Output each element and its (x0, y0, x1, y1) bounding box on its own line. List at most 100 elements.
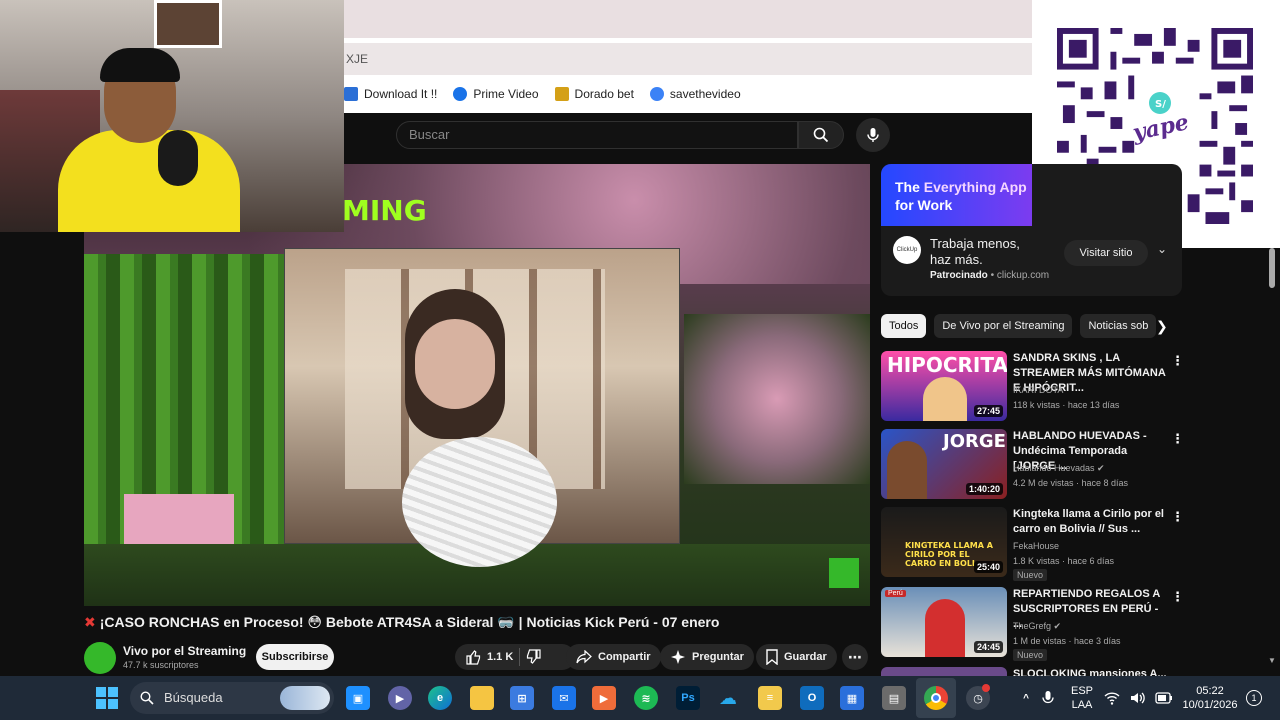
youtube-header: Buscar (344, 113, 1032, 163)
clock[interactable]: 05:22 10/01/2026 (1180, 684, 1240, 712)
teams-icon[interactable]: ▶ (388, 686, 412, 710)
calculator-icon[interactable]: ▤ (882, 686, 906, 710)
filter-chips: Todos De Vivo por el Streaming Noticias … (881, 314, 1181, 338)
bookmarks-bar: Download It !! Prime Video Dorado bet sa… (344, 75, 1032, 113)
recommendation-item[interactable]: Perú 24:45 REPARTIENDO REGALOS A SUSCRIP… (881, 587, 1184, 661)
search-icon (140, 691, 154, 705)
chip-noticias[interactable]: Noticias sob (1080, 314, 1157, 338)
search-highlight-image (280, 686, 330, 710)
thumbs-down-icon[interactable] (526, 649, 542, 665)
subscribe-button[interactable]: Subscribirse (256, 644, 334, 670)
edge-icon[interactable]: e (428, 686, 452, 710)
search-input[interactable]: Buscar (396, 121, 798, 149)
microphone (402, 437, 557, 567)
video-meta: 118 k vistas · hace 13 días (1013, 400, 1120, 410)
like-button[interactable]: 1.1 K (465, 644, 513, 670)
yape-logo-icon: S/ yape (1123, 92, 1195, 147)
thumbnail-text: HIPOCRITA (887, 353, 1007, 377)
channel-name[interactable]: Vivo por el Streaming (123, 644, 246, 658)
video-thumbnail[interactable] (881, 667, 1007, 676)
share-button[interactable]: Compartir (566, 644, 661, 670)
channel-name[interactable]: Hablando Huevadas ✔ (1013, 463, 1105, 474)
taskbar: Búsqueda ▣ ▶ e ⊞ ✉ ▶ ≋ Ps ☁ ≡ O ▦ ▤ ◷ ^ … (0, 676, 1280, 720)
language-indicator[interactable]: ESP LAA (1068, 684, 1096, 712)
video-title[interactable]: Kingteka llama a Cirilo por el carro en … (1013, 507, 1169, 537)
thumbnail-figure (925, 599, 965, 657)
advertiser-avatar[interactable]: ClickUp (893, 236, 921, 264)
duration-badge: 27:45 (973, 405, 1003, 417)
channel-name[interactable]: TheGrefg ✔ (1013, 621, 1061, 632)
media-player-icon[interactable]: ▶ (592, 686, 616, 710)
chevron-down-icon[interactable]: ⌄ (1157, 242, 1171, 256)
more-horiz-icon: ⋯ (848, 649, 862, 665)
scrollbar[interactable]: ▼ (1268, 248, 1276, 665)
more-vert-icon[interactable]: ⋮ (1171, 353, 1184, 369)
bookmark-download-it[interactable]: Download It !! (344, 87, 437, 101)
microphone (158, 130, 198, 186)
bookmark-savethevideo[interactable]: savethevideo (649, 87, 741, 101)
thumbnail-text: Perú (885, 590, 906, 597)
more-actions-button[interactable]: ⋯ (842, 644, 868, 670)
speaker-icon[interactable] (1126, 686, 1150, 710)
calendar-icon[interactable]: ▦ (840, 686, 864, 710)
chip-de-vivo[interactable]: De Vivo por el Streaming (934, 314, 1073, 338)
video-thumbnail[interactable]: JORGE 1:40:20 (881, 429, 1007, 499)
visit-site-button[interactable]: Visitar sitio (1064, 240, 1148, 266)
microphone-icon (867, 128, 879, 142)
wifi-icon[interactable] (1100, 686, 1124, 710)
thumbnail-figure (887, 441, 927, 499)
browser-tab-strip (344, 0, 1032, 38)
more-vert-icon[interactable]: ⋮ (1171, 431, 1184, 447)
outlook-icon[interactable]: O (800, 686, 824, 710)
duration-badge: 1:40:20 (965, 483, 1003, 495)
ask-button[interactable]: Preguntar (660, 644, 754, 670)
chrome-icon[interactable] (924, 686, 948, 710)
photoshop-icon[interactable]: Ps (676, 686, 700, 710)
mail-icon[interactable]: ✉ (552, 686, 576, 710)
microphone-icon[interactable] (1036, 686, 1060, 710)
bookmark-dorado-bet[interactable]: Dorado bet (554, 87, 634, 101)
video-thumbnail[interactable]: KINGTEKA LLAMA A CIRILO POR EL CARRO EN … (881, 507, 1007, 577)
channel-avatar[interactable] (84, 642, 116, 674)
video-title[interactable]: SLOCLOKING mansiones A... (1013, 667, 1167, 676)
thumbnail-figure (923, 377, 967, 421)
decor (684, 314, 870, 484)
channel-name[interactable]: IKARI DOTA (1013, 385, 1063, 395)
task-view-icon[interactable]: ▣ (346, 686, 370, 710)
more-vert-icon[interactable]: ⋮ (1171, 509, 1184, 525)
s-logo-icon (649, 87, 664, 101)
bookmark-prime-video[interactable]: Prime Video (453, 87, 539, 101)
bookmark-icon (766, 649, 778, 665)
chip-todos[interactable]: Todos (881, 314, 927, 338)
voice-search-button[interactable] (856, 118, 890, 152)
trophy-icon (554, 87, 569, 101)
microsoft-store-icon[interactable]: ⊞ (510, 686, 534, 710)
chevron-right-icon[interactable]: ❯ (1156, 318, 1168, 335)
save-button[interactable]: Guardar (756, 644, 837, 670)
channel-watermark-icon (829, 558, 859, 588)
recommendation-item[interactable]: KINGTEKA LLAMA A CIRILO POR EL CARRO EN … (881, 507, 1184, 581)
video-thumbnail[interactable]: Perú 24:45 (881, 587, 1007, 657)
new-badge: Nuevo (1013, 649, 1048, 661)
spotify-icon[interactable]: ≋ (634, 686, 658, 710)
recommendation-item[interactable]: JORGE 1:40:20 HABLANDO HUEVADAS - Undéci… (881, 429, 1184, 501)
file-explorer-icon[interactable] (470, 686, 494, 710)
recommendation-item[interactable]: HIPOCRITA 27:45 SANDRA SKINS , LA STREAM… (881, 351, 1184, 423)
video-thumbnail[interactable]: HIPOCRITA 27:45 (881, 351, 1007, 421)
scroll-down-arrow-icon[interactable]: ▼ (1268, 656, 1276, 665)
chevron-up-icon[interactable]: ^ (1014, 686, 1038, 710)
battery-icon[interactable] (1152, 686, 1176, 710)
notification-count[interactable]: 1 (1246, 690, 1262, 706)
sponsored-ad[interactable]: The Everything App for Work ClickUp Trab… (881, 164, 1182, 296)
channel-name[interactable]: FekaHouse (1013, 541, 1059, 551)
address-bar[interactable]: XJE (344, 43, 1032, 75)
more-vert-icon[interactable]: ⋮ (1171, 589, 1184, 605)
onedrive-icon[interactable]: ☁ (716, 686, 740, 710)
windows-start-icon[interactable] (95, 686, 119, 710)
scrollbar-thumb[interactable] (1269, 248, 1275, 288)
recommendation-item-partial[interactable]: SLOCLOKING mansiones A... (881, 667, 1181, 676)
search-button[interactable] (798, 121, 844, 149)
notepad-icon[interactable]: ≡ (758, 686, 782, 710)
taskbar-search[interactable]: Búsqueda (130, 682, 334, 714)
webcam-overlay (0, 0, 344, 232)
